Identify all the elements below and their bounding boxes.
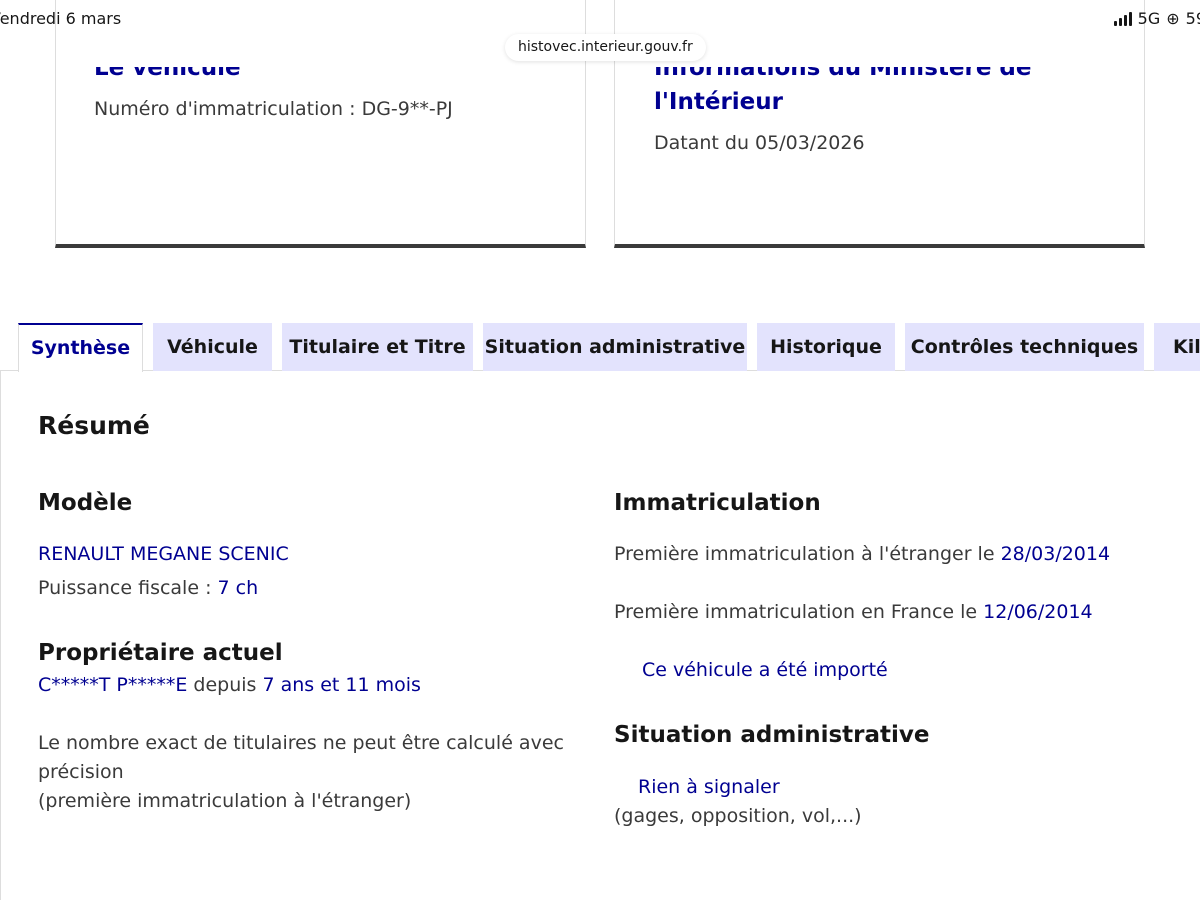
status-date: Vendredi 6 mars (0, 9, 122, 28)
network-label: 5G (1137, 9, 1161, 28)
tab-kilometrage[interactable]: Kilométrage (1154, 323, 1200, 371)
status-indicators: 5G ⊕ 59 (1113, 9, 1200, 28)
summary-title: Résumé (38, 411, 150, 440)
tab-synthese[interactable]: Synthèse (18, 323, 143, 372)
france-registration-date: 12/06/2014 (983, 601, 1093, 623)
vehicle-card: Le véhicule Numéro d'immatriculation : D… (55, 0, 586, 248)
france-registration-label: Première immatriculation en France le (614, 601, 984, 623)
owners-note-line1: Le nombre exact de titulaires ne peut êt… (38, 732, 564, 754)
plate-value: DG-9**-PJ (361, 98, 453, 120)
france-registration-text: Première immatriculation en France le 12… (614, 601, 1093, 623)
plate-text: Numéro d'immatriculation : DG-9**-PJ (94, 98, 453, 120)
vehicle-card-title: Le véhicule (94, 55, 241, 81)
admin-details: (gages, opposition, vol,...) (614, 805, 862, 827)
ministry-date-text: Datant du 05/03/2026 (654, 132, 865, 154)
tab-situation-administrative[interactable]: Situation administrative (483, 323, 747, 371)
orientation-lock-icon: ⊕ (1166, 9, 1180, 28)
owner-duration: 7 ans et 11 mois (262, 674, 421, 696)
tab-titulaire-et-titre[interactable]: Titulaire et Titre (282, 323, 473, 371)
imported-vehicle-link[interactable]: Ce véhicule a été importé (642, 659, 888, 681)
signal-icon (1113, 11, 1132, 26)
owner-name: C*****T P*****E (38, 674, 188, 696)
owner-text: C*****T P*****E depuis 7 ans et 11 mois (38, 674, 421, 696)
owner-heading: Propriétaire actuel (38, 640, 283, 666)
ministry-card-title-line1: Informations du Ministère de (654, 55, 1032, 81)
fiscal-power-text: Puissance fiscale : 7 ch (38, 577, 258, 599)
registration-heading: Immatriculation (614, 490, 821, 516)
tab-bar: Synthèse Véhicule Titulaire et Titre Sit… (0, 323, 1200, 372)
ministry-card-title-line2: l'Intérieur (654, 89, 783, 115)
panel-left-border (0, 371, 1, 900)
plate-label: Numéro d'immatriculation : (94, 98, 362, 120)
admin-heading: Situation administrative (614, 722, 930, 748)
foreign-registration-date: 28/03/2014 (1000, 543, 1111, 565)
tab-historique[interactable]: Historique (757, 323, 895, 371)
tab-vehicule[interactable]: Véhicule (153, 323, 272, 371)
address-bar[interactable]: histovec.interieur.gouv.fr (505, 34, 706, 61)
battery-level: 59 (1185, 9, 1200, 28)
tab-controles-techniques[interactable]: Contrôles techniques (905, 323, 1144, 371)
owners-note-line2: précision (38, 761, 124, 783)
foreign-registration-text: Première immatriculation à l'étranger le… (614, 543, 1110, 565)
owners-note-line3: (première immatriculation à l'étranger) (38, 790, 412, 812)
fiscal-power-value: 7 ch (217, 577, 259, 599)
model-heading: Modèle (38, 490, 133, 516)
fiscal-power-label: Puissance fiscale : (38, 577, 218, 599)
page: Le véhicule Numéro d'immatriculation : D… (0, 0, 1200, 900)
owner-since-word: depuis (187, 674, 263, 696)
model-name: RENAULT MEGANE SCENIC (38, 543, 289, 565)
foreign-registration-label: Première immatriculation à l'étranger le (614, 543, 1001, 565)
admin-status-link[interactable]: Rien à signaler (638, 776, 780, 798)
